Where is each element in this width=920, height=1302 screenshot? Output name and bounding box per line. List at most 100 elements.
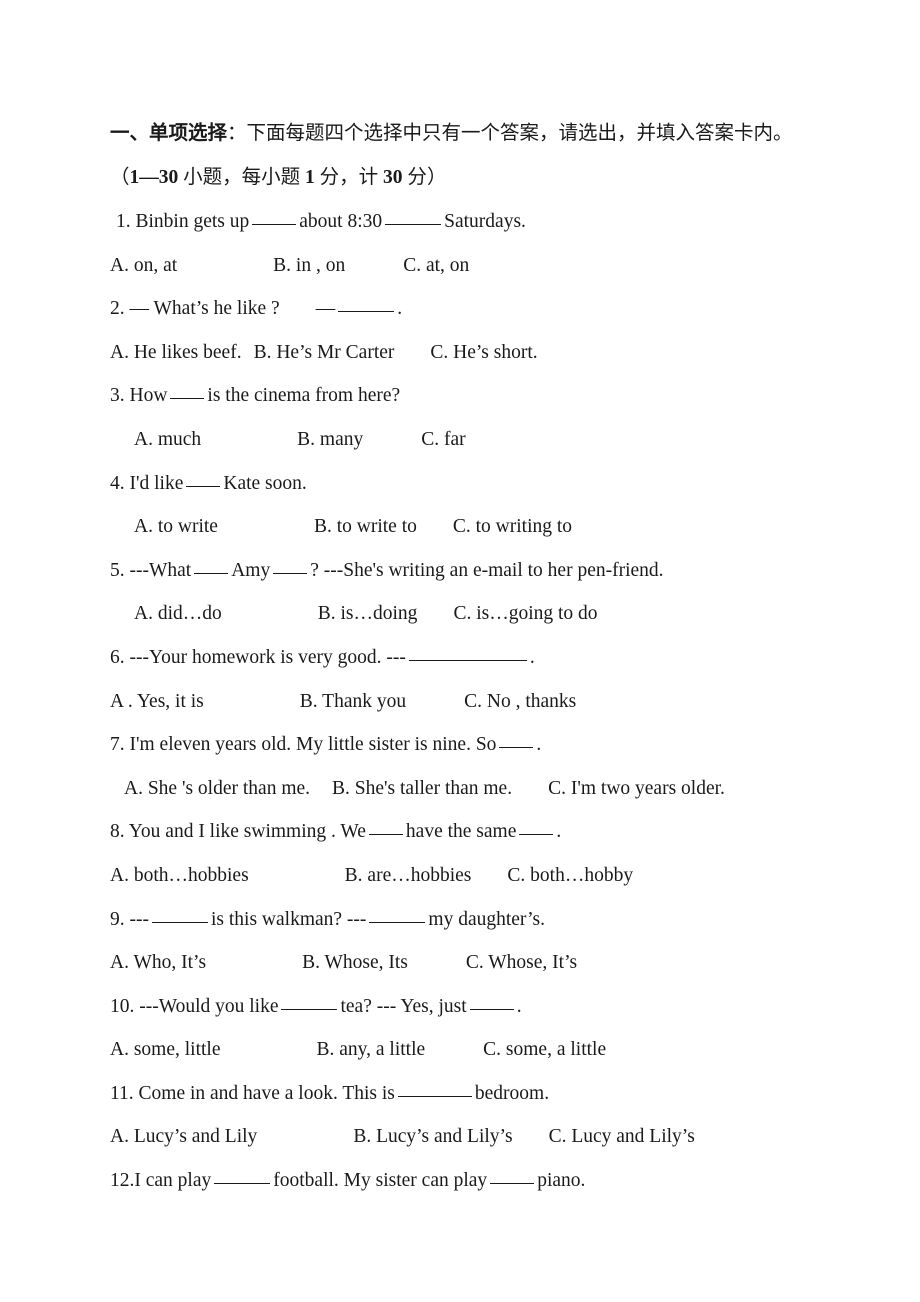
fill-blank[interactable]: [151, 908, 208, 923]
option-c[interactable]: C. No , thanks: [464, 691, 576, 712]
question-stem: 10. ---Would you like tea? --- Yes, just.: [110, 985, 810, 1029]
question-stem: 1. Binbin gets up about 8:30 Saturdays.: [110, 200, 810, 244]
stem-text: I can play: [134, 1170, 212, 1192]
option-a[interactable]: A . Yes, it is: [110, 691, 204, 712]
fill-blank[interactable]: [194, 559, 229, 574]
fill-blank[interactable]: [214, 1169, 271, 1185]
question-number: 12.: [110, 1170, 135, 1192]
fill-blank[interactable]: [170, 384, 205, 400]
stem-text: Saturdays.: [444, 211, 526, 232]
stem-text: .: [516, 995, 522, 1017]
question-number: 7.: [110, 734, 125, 756]
scoring-mid-3: 分: [402, 167, 427, 188]
option-b[interactable]: B. in , on: [273, 255, 345, 276]
option-c[interactable]: C. He’s short.: [430, 342, 537, 363]
option-a[interactable]: A. on, at: [110, 255, 177, 276]
stem-text: tea? --- Yes, just: [340, 995, 467, 1017]
fill-blank[interactable]: [408, 646, 527, 661]
scoring-total: 30: [383, 167, 403, 188]
stem-text: football. My sister can play: [273, 1170, 488, 1192]
stem-text: Kate soon.: [223, 472, 307, 494]
option-b[interactable]: B. Thank you: [300, 691, 406, 712]
question-options: A. both…hobbies B. are…hobbies C. both…hob…: [110, 854, 810, 898]
exam-content: 一、单项选择：下面每题四个选择中只有一个答案，请选出，并填入答案卡内。 （1—3…: [110, 112, 810, 1203]
option-a[interactable]: A. Lucy’s and Lily: [110, 1126, 257, 1147]
option-b[interactable]: B. to write to: [314, 516, 417, 537]
stem-text: How: [129, 385, 168, 407]
stem-text: .: [529, 646, 535, 668]
question-number: 3.: [110, 385, 125, 407]
fill-blank[interactable]: [490, 1169, 535, 1185]
question-number: 10.: [110, 995, 135, 1017]
stem-text: —: [315, 298, 336, 320]
stem-text: piano.: [537, 1170, 586, 1192]
option-a[interactable]: A. Who, It’s: [110, 952, 206, 973]
fill-blank[interactable]: [369, 908, 426, 923]
scoring-open-paren: （: [110, 167, 130, 188]
question-stem: 3. How is the cinema from here?: [110, 374, 810, 418]
stem-text: bedroom.: [474, 1082, 550, 1104]
scoring-close-paren: ）: [426, 167, 447, 188]
fill-blank[interactable]: [499, 733, 534, 749]
stem-text: I'd like: [129, 472, 184, 494]
fill-blank[interactable]: [186, 472, 221, 487]
option-c[interactable]: C. at, on: [403, 255, 469, 276]
question-stem: 5. ---What Amy ? ---She's writing an e-mai…: [110, 549, 810, 593]
scoring-mid-2: 分，计: [314, 167, 384, 188]
option-c[interactable]: C. both…hobby: [507, 865, 633, 886]
option-c[interactable]: C. Lucy and Lily’s: [549, 1126, 695, 1147]
question-number: 8.: [110, 821, 125, 843]
scoring-range: 1—30: [129, 167, 179, 188]
option-a[interactable]: A. much: [134, 429, 201, 450]
scoring-points-per-item: 1: [305, 167, 315, 188]
fill-blank[interactable]: [281, 995, 338, 1010]
option-b[interactable]: B. many: [297, 429, 363, 450]
option-c[interactable]: C. far: [421, 429, 465, 450]
option-b[interactable]: B. Whose, Its: [302, 952, 408, 973]
stem-text: — What’s he like ?: [129, 298, 280, 320]
option-c[interactable]: C. some, a little: [483, 1039, 606, 1060]
question-options: A. Who, It’s B. Whose, Its C. Whose, It’s: [110, 941, 810, 985]
fill-blank[interactable]: [368, 820, 403, 836]
option-b[interactable]: B. are…hobbies: [345, 865, 472, 886]
stem-text: Amy: [231, 559, 271, 581]
option-a[interactable]: A. did…do: [134, 603, 222, 624]
option-b[interactable]: B. He’s Mr Carter: [254, 342, 395, 363]
option-a[interactable]: A. She 's older than me.: [124, 778, 310, 799]
fill-blank[interactable]: [385, 210, 442, 225]
option-b[interactable]: B. is…doing: [318, 603, 418, 624]
question-number: 2.: [110, 298, 125, 320]
stem-text: ---: [129, 908, 149, 930]
option-c[interactable]: C. Whose, It’s: [466, 952, 577, 973]
option-c[interactable]: C. to writing to: [453, 516, 572, 537]
option-a[interactable]: A. both…hobbies: [110, 865, 249, 886]
option-a[interactable]: A. to write: [134, 516, 218, 537]
section-heading-label: 一、单项选择: [110, 123, 228, 144]
question-number: 6.: [110, 646, 125, 668]
fill-blank[interactable]: [519, 820, 554, 836]
stem-text: You and I like swimming . We: [128, 821, 366, 843]
option-a[interactable]: A. some, little: [110, 1039, 221, 1060]
option-b[interactable]: B. Lucy’s and Lily’s: [353, 1126, 512, 1147]
option-b[interactable]: B. She's taller than me.: [332, 778, 512, 799]
question-options: A . Yes, it is B. Thank you C. No , thanks: [110, 680, 810, 724]
stem-text: ---What: [129, 559, 192, 581]
question-stem: 9. --- is this walkman? --- my daughter’s.: [110, 898, 810, 942]
fill-blank[interactable]: [252, 210, 297, 225]
stem-text: have the same: [405, 821, 517, 843]
question-options: A. to write B. to write to C. to writing t…: [110, 505, 810, 549]
stem-text: .: [536, 734, 542, 756]
fill-blank[interactable]: [469, 995, 514, 1010]
stem-text: my daughter’s.: [428, 908, 546, 930]
question-stem: 7. I'm eleven years old. My little siste…: [110, 723, 810, 767]
section-heading: 一、单项选择：下面每题四个选择中只有一个答案，请选出，并填入答案卡内。: [110, 112, 810, 156]
question-options: A. She 's older than me. B. She's taller …: [110, 767, 810, 811]
option-c[interactable]: C. I'm two years older.: [548, 778, 725, 799]
fill-blank[interactable]: [338, 297, 395, 313]
fill-blank[interactable]: [273, 559, 308, 574]
option-a[interactable]: A. He likes beef.: [110, 342, 242, 363]
fill-blank[interactable]: [397, 1082, 472, 1097]
stem-text: about 8:30: [299, 211, 383, 232]
option-c[interactable]: C. is…going to do: [453, 603, 597, 624]
option-b[interactable]: B. any, a little: [317, 1039, 426, 1060]
